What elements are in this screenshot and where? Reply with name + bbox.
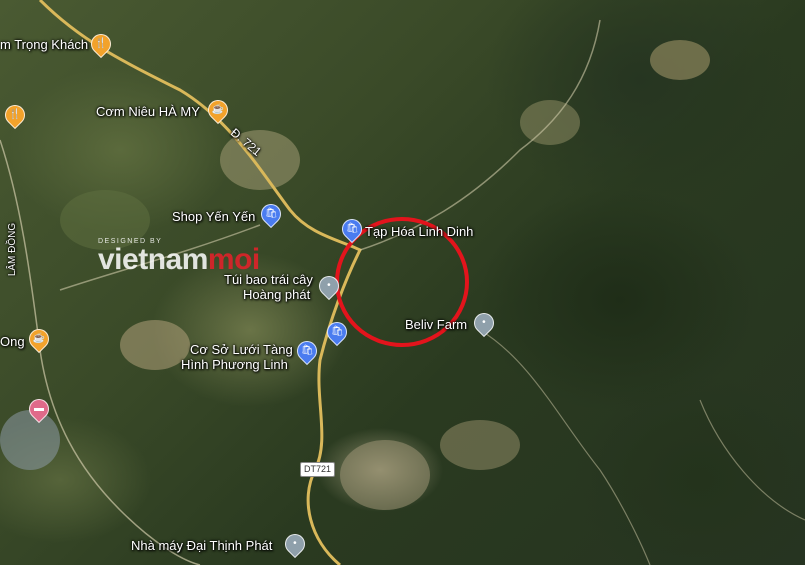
- road-layer: [0, 0, 805, 565]
- place-label-nha-may-dai-thinh-phat[interactable]: Nhà máy Đại Thịnh Phát: [131, 538, 272, 553]
- road-minor: [359, 19, 601, 251]
- place-label-beliv-farm[interactable]: Beliv Farm: [405, 317, 467, 332]
- place-label-trong-khach[interactable]: m Trọng Khách: [0, 37, 88, 52]
- place-label-tui-bao-trai-cay-line2[interactable]: Hoàng phát: [243, 287, 310, 302]
- road-minor: [0, 139, 201, 565]
- place-label-tui-bao-trai-cay-line1[interactable]: Túi bao trái cây: [224, 272, 313, 287]
- watermark-logo: vietnammoi: [98, 245, 260, 275]
- place-label-co-so-luoi-tang-line2[interactable]: Hình Phương Linh: [181, 357, 288, 372]
- place-label-com-nieu-ha-my[interactable]: Cơm Niêu HÀ MY: [96, 104, 200, 119]
- road-shield-dt721: DT721: [300, 462, 336, 477]
- place-label-shop-yen-yen[interactable]: Shop Yến Yến: [172, 209, 255, 224]
- road-minor: [479, 329, 651, 565]
- place-label-co-so-luoi-tang-line1[interactable]: Cơ Sở Lưới Tàng: [190, 342, 293, 357]
- watermark: DESIGNED BY vietnammoi: [98, 238, 260, 275]
- satellite-map[interactable]: DESIGNED BY vietnammoi m Trọng Khách 🍴 C…: [0, 0, 805, 565]
- road-minor: [699, 399, 805, 521]
- place-label-ong[interactable]: Ong: [0, 334, 25, 349]
- place-label-tap-hoa-linh-dinh[interactable]: Tạp Hóa Linh Dinh: [365, 224, 473, 239]
- region-label-lam-dong: LÂM ĐỒNG: [7, 222, 19, 277]
- watermark-logo-main: vietnam: [98, 243, 208, 276]
